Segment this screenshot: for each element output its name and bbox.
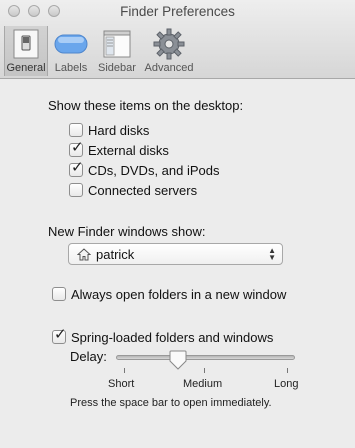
checkbox-label: Connected servers [88, 182, 198, 198]
home-icon [77, 247, 91, 261]
window-chrome: Finder Preferences General Labels Sideba… [0, 0, 355, 79]
popup-arrows-icon: ▲ ▼ [268, 246, 276, 262]
checkbox-spring-loaded[interactable]: ✓ Spring-loaded folders and windows [52, 326, 274, 346]
tab-label: General [6, 62, 46, 74]
checkbox-label: CDs, DVDs, and iPods [88, 162, 220, 178]
delay-medium-label: Medium [183, 378, 223, 390]
checkbox-connected-servers[interactable]: Connected servers [69, 181, 197, 199]
checkbox-label: External disks [88, 142, 169, 158]
new-window-location-popup[interactable]: patrick ▲ ▼ [68, 243, 283, 265]
checkmark-icon: ✓ [71, 159, 84, 176]
checkbox-external-disks[interactable]: ✓ External disks [69, 139, 169, 159]
checkbox-box[interactable]: ✓ [69, 139, 84, 157]
checkbox-box[interactable]: ✓ [69, 159, 84, 177]
tab-label: Sidebar [98, 62, 136, 74]
tab-labels[interactable]: Labels [48, 26, 94, 76]
desktop-heading: Show these items on the desktop: [48, 98, 244, 113]
slider-tick [204, 368, 205, 373]
sidebar-window-icon [100, 28, 134, 60]
tab-advanced[interactable]: Advanced [140, 26, 198, 76]
checkbox-cds-dvds-ipods[interactable]: ✓ CDs, DVDs, and iPods [69, 159, 220, 179]
label-tag-icon [54, 28, 88, 60]
delay-long-label: Long [274, 378, 299, 390]
new-window-heading: New Finder windows show: [48, 224, 206, 239]
checkbox-box[interactable]: ✓ [52, 326, 67, 344]
slider-tick [287, 368, 288, 373]
checkbox-box[interactable] [52, 287, 66, 301]
toolbar-tabs: General Labels Sidebar Advanced [4, 26, 198, 76]
checkbox-box[interactable] [69, 183, 83, 197]
light-switch-icon [9, 28, 43, 60]
tab-sidebar[interactable]: Sidebar [94, 26, 140, 76]
spring-loaded-hint: Press the space bar to open immediately. [70, 397, 272, 409]
tab-label: Advanced [144, 62, 194, 74]
gear-icon [152, 28, 186, 60]
checkbox-label: Hard disks [88, 122, 150, 138]
popup-selected-value: patrick [96, 246, 135, 262]
checkbox-box[interactable] [69, 123, 83, 137]
checkmark-icon: ✓ [71, 139, 84, 156]
tab-label: Labels [54, 62, 88, 74]
finder-preferences-window: Finder Preferences General Labels Sideba… [0, 0, 355, 448]
checkbox-label: Spring-loaded folders and windows [71, 329, 274, 345]
slider-tick [124, 368, 125, 373]
tab-general[interactable]: General [4, 26, 48, 76]
delay-label: Delay: [70, 349, 107, 364]
checkbox-always-open-new-window[interactable]: Always open folders in a new window [52, 285, 286, 303]
checkmark-icon: ✓ [54, 326, 67, 343]
checkbox-hard-disks[interactable]: Hard disks [69, 121, 149, 139]
checkbox-label: Always open folders in a new window [71, 286, 287, 302]
delay-slider-knob[interactable] [169, 350, 187, 370]
delay-slider-track[interactable] [116, 355, 295, 360]
delay-short-label: Short [108, 378, 135, 390]
window-title: Finder Preferences [120, 4, 235, 19]
